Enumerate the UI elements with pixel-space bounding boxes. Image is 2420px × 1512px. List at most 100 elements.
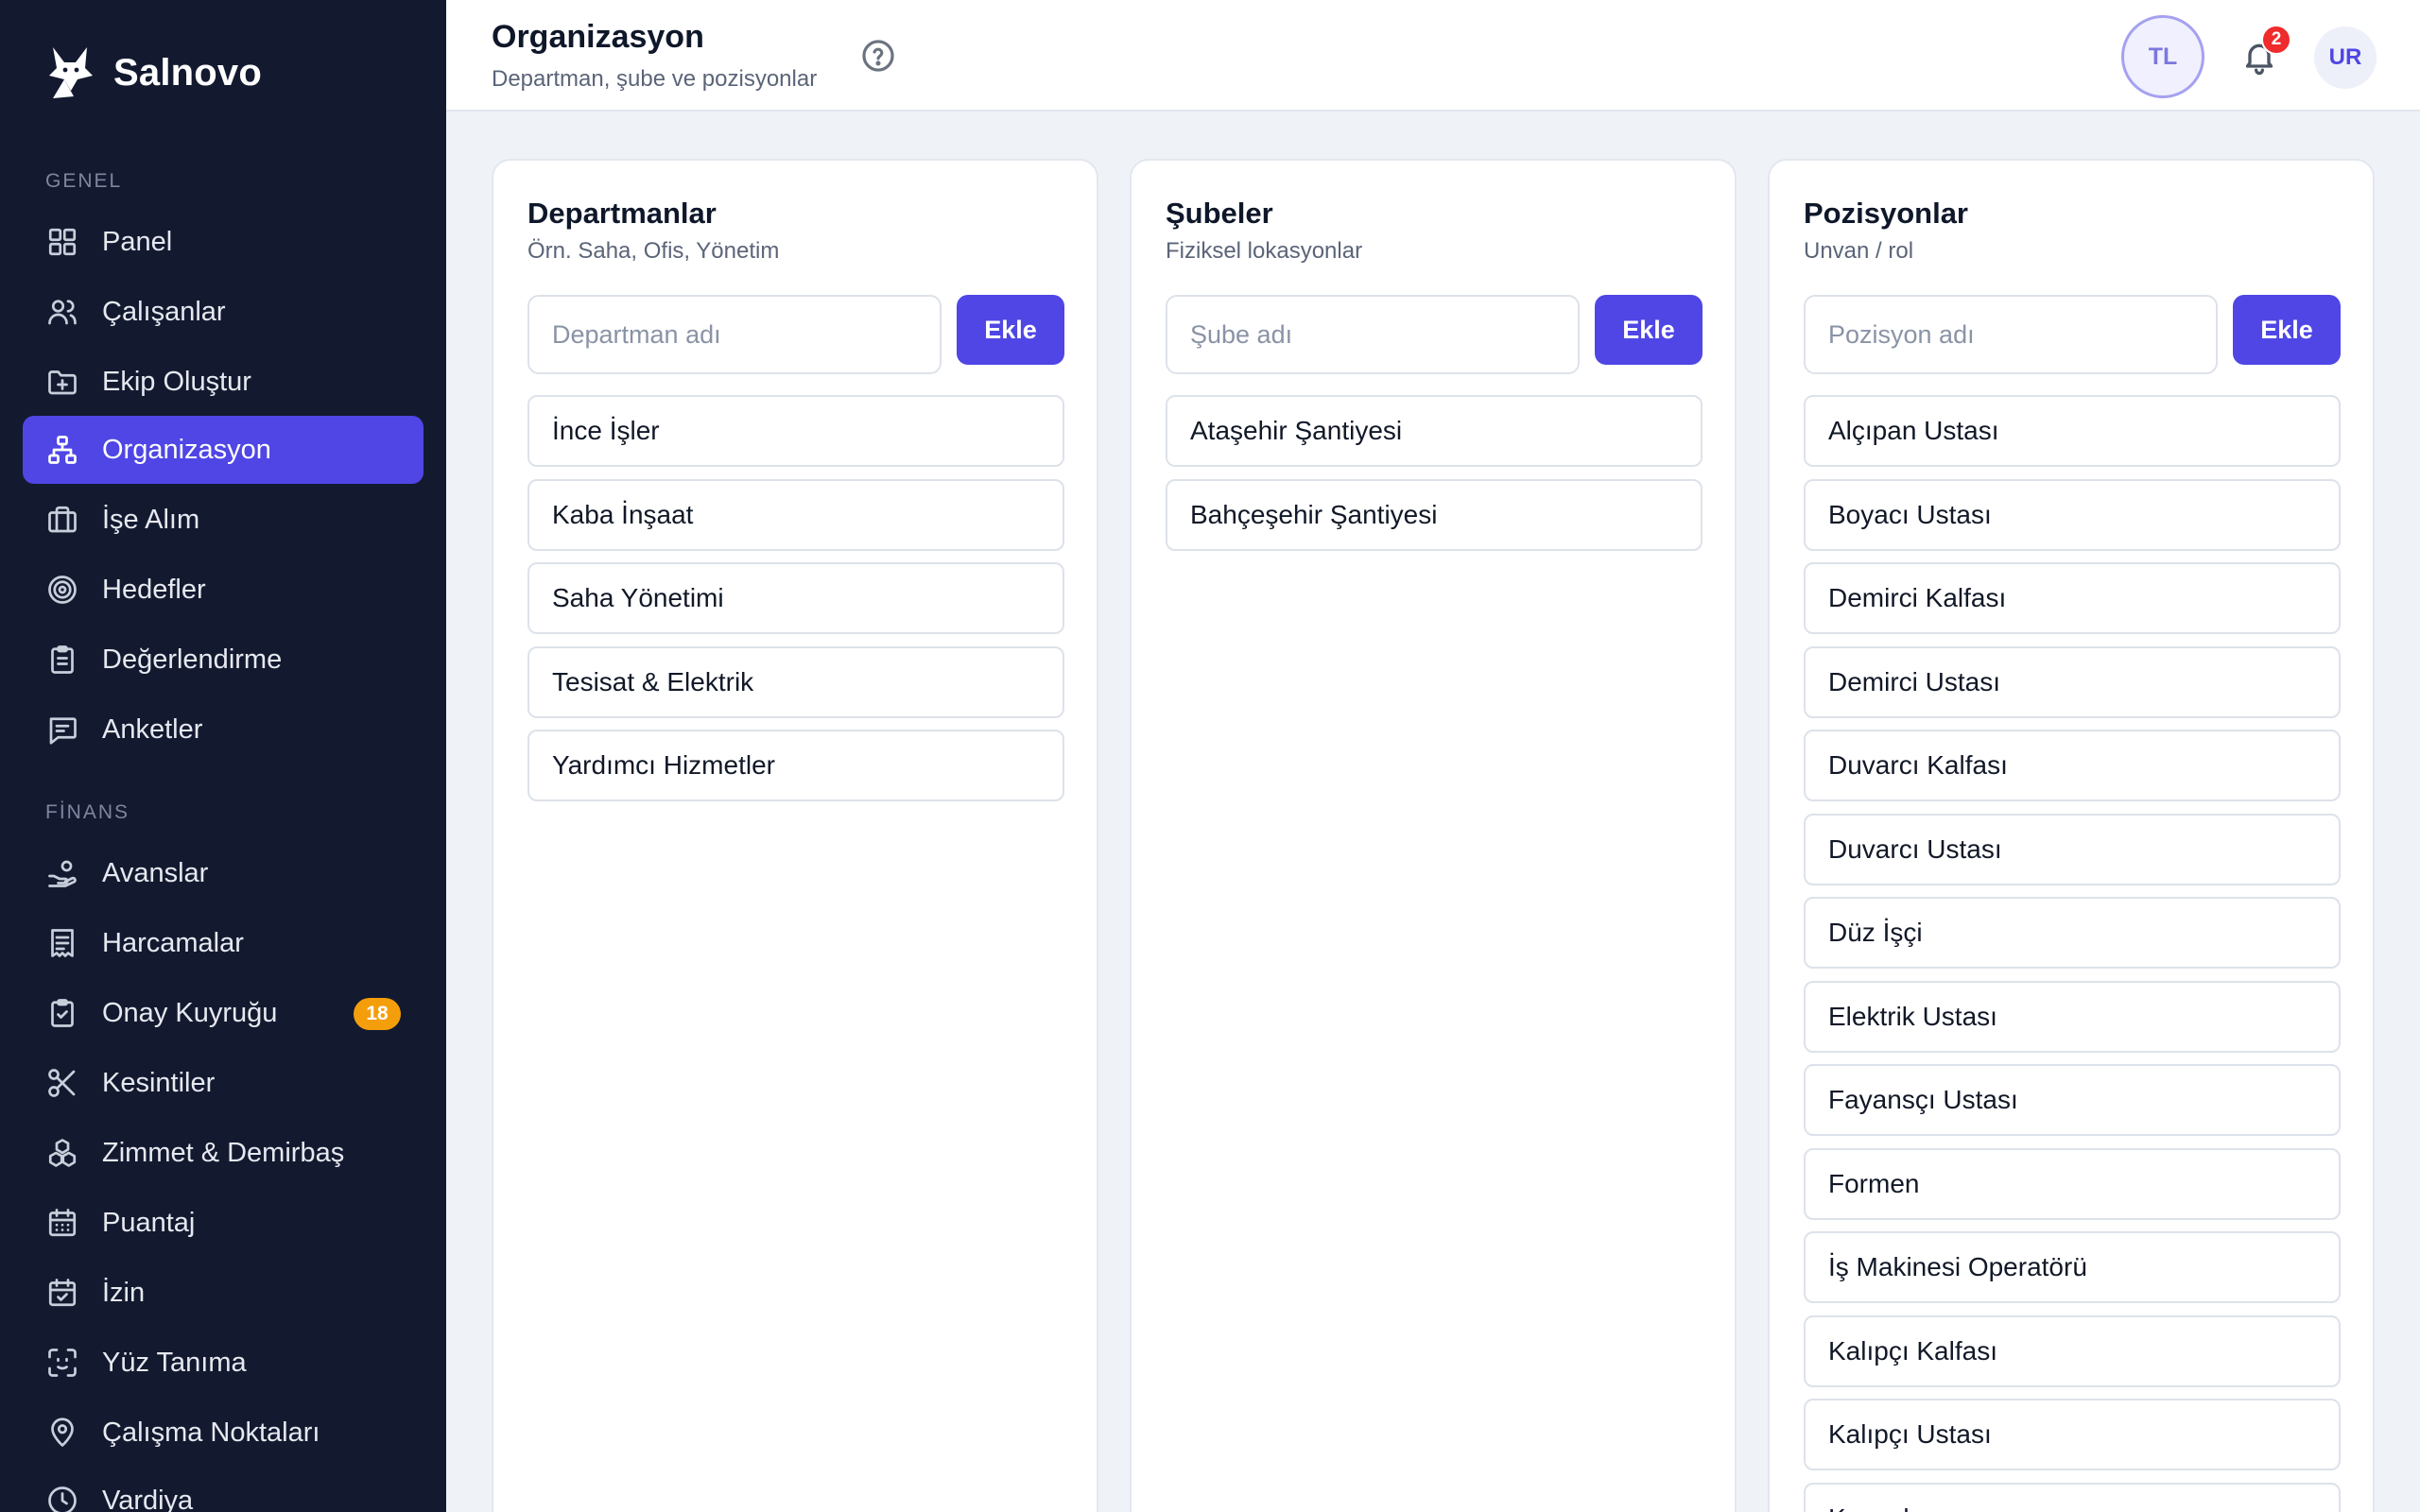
add-branch-button[interactable]: Ekle xyxy=(1595,295,1703,365)
sidebar-item-ise-alim[interactable]: İşe Alım xyxy=(23,486,424,554)
folder-plus-icon xyxy=(45,365,79,399)
department-list-item[interactable]: Tesisat & Elektrik xyxy=(527,645,1064,718)
department-list-item[interactable]: Kaba İnşaat xyxy=(527,478,1064,551)
sidebar-item-zimmet-demirbas[interactable]: Zimmet & Demirbaş xyxy=(23,1119,424,1187)
receipt-icon xyxy=(45,926,79,960)
position-list-item[interactable]: Elektrik Ustası xyxy=(1804,980,2341,1053)
position-list-item[interactable]: Fayansçı Ustası xyxy=(1804,1064,2341,1136)
page-title: Organizasyon xyxy=(492,19,704,55)
sidebar-item-harcamalar[interactable]: Harcamalar xyxy=(23,909,424,977)
sidebar-item-label: Vardiya xyxy=(102,1485,194,1512)
department-list-item[interactable]: Yardımcı Hizmetler xyxy=(527,730,1064,801)
boxes-icon xyxy=(45,1136,79,1170)
sidebar-item-label: Hedefler xyxy=(102,574,206,605)
sidebar-item-label: İşe Alım xyxy=(102,504,200,535)
position-list-item[interactable]: Kalıpçı Ustası xyxy=(1804,1399,2341,1470)
positions-card: Pozisyonlar Unvan / rol Ekle Alçıpan Ust… xyxy=(1768,159,2375,1512)
help-circle-icon[interactable] xyxy=(860,38,896,74)
sidebar-item-avanslar[interactable]: Avanslar xyxy=(23,839,424,907)
sidebar-item-degerlendirme[interactable]: Değerlendirme xyxy=(23,626,424,694)
sidebar-item-label: Avanslar xyxy=(102,857,209,888)
card-subtitle: Unvan / rol xyxy=(1804,238,1914,264)
brand-name: Salnovo xyxy=(113,51,262,94)
face-scan-icon xyxy=(45,1346,79,1380)
sidebar-item-calisma-noktalari[interactable]: Çalışma Noktaları xyxy=(23,1399,424,1467)
position-list-item[interactable]: Alçıpan Ustası xyxy=(1804,395,2341,467)
position-list-item[interactable]: Demirci Ustası xyxy=(1804,645,2341,718)
card-subtitle: Örn. Saha, Ofis, Yönetim xyxy=(527,238,780,264)
sidebar-item-label: Kesintiler xyxy=(102,1067,216,1098)
target-icon xyxy=(45,573,79,607)
sidebar-item-label: Yüz Tanıma xyxy=(102,1347,247,1378)
position-list: Alçıpan Ustası Boyacı Ustası Demirci Kalfa… xyxy=(1804,395,2341,1512)
sidebar-item-panel[interactable]: Panel xyxy=(23,208,424,276)
clipboard-check-icon xyxy=(45,996,79,1030)
sidebar-item-kesintiler[interactable]: Kesintiler xyxy=(23,1049,424,1117)
sidebar-item-vardiya[interactable]: Vardiya xyxy=(23,1467,424,1512)
sidebar-item-label: Çalışma Noktaları xyxy=(102,1417,320,1448)
branch-list: Ataşehir Şantiyesi Bahçeşehir Şantiyesi xyxy=(1166,395,1703,562)
branches-card: Şubeler Fiziksel lokasyonlar Ekle Ataşeh… xyxy=(1130,159,1737,1512)
position-list-item[interactable]: Demirci Kalfası xyxy=(1804,562,2341,634)
clock-icon xyxy=(45,1484,79,1512)
sidebar-item-label: Harcamalar xyxy=(102,927,244,958)
clipboard-list-icon xyxy=(45,643,79,677)
position-name-input[interactable] xyxy=(1804,295,2218,374)
position-list-item[interactable]: Duvarcı Ustası xyxy=(1804,813,2341,885)
branch-list-item[interactable]: Ataşehir Şantiyesi xyxy=(1166,395,1703,467)
sidebar-item-organizasyon[interactable]: Organizasyon xyxy=(23,416,424,484)
sidebar-item-onay-kuyrugu[interactable]: Onay Kuyruğu 18 xyxy=(23,979,424,1047)
hand-coins-icon xyxy=(45,856,79,890)
account-avatar[interactable]: UR xyxy=(2314,26,2377,89)
department-name-input[interactable] xyxy=(527,295,942,374)
department-list: İnce İşler Kaba İnşaat Saha Yönetimi Tesisa… xyxy=(527,395,1064,814)
sidebar-item-label: Panel xyxy=(102,226,173,257)
sidebar-item-yuz-tanima[interactable]: Yüz Tanıma xyxy=(23,1329,424,1397)
top-header: Organizasyon Departman, şube ve pozisyon… xyxy=(446,0,2420,112)
map-pin-icon xyxy=(45,1416,79,1450)
position-list-item[interactable]: İş Makinesi Operatörü xyxy=(1804,1231,2341,1303)
sidebar-item-label: Ekip Oluştur xyxy=(102,366,251,397)
user-avatar-button[interactable]: TL xyxy=(2121,15,2204,98)
briefcase-icon xyxy=(45,503,79,537)
sidebar-item-label: Puantaj xyxy=(102,1207,196,1238)
department-list-item[interactable]: Saha Yönetimi xyxy=(527,562,1064,634)
sidebar-item-label: Değerlendirme xyxy=(102,644,283,675)
sidebar-item-izin[interactable]: İzin xyxy=(23,1259,424,1327)
branch-list-item[interactable]: Bahçeşehir Şantiyesi xyxy=(1166,478,1703,551)
position-list-item[interactable]: Düz İşçi xyxy=(1804,897,2341,969)
department-list-item[interactable]: İnce İşler xyxy=(527,395,1064,467)
add-department-button[interactable]: Ekle xyxy=(957,295,1064,365)
brand[interactable]: Salnovo xyxy=(45,42,262,104)
sidebar: Salnovo GENEL Panel Çalışanlar Ekip Oluş… xyxy=(0,0,446,1512)
sidebar-item-hedefler[interactable]: Hedefler xyxy=(23,556,424,624)
sidebar-item-label: İzin xyxy=(102,1277,146,1308)
position-list-item[interactable]: Boyacı Ustası xyxy=(1804,478,2341,551)
position-list-item[interactable]: Kaynakçı xyxy=(1804,1482,2341,1512)
position-list-item[interactable]: Duvarcı Kalfası xyxy=(1804,730,2341,801)
card-subtitle: Fiziksel lokasyonlar xyxy=(1166,238,1363,264)
departments-card: Departmanlar Örn. Saha, Ofis, Yönetim Ek… xyxy=(492,159,1098,1512)
sidebar-item-calisanlar[interactable]: Çalışanlar xyxy=(23,278,424,346)
section-label-genel: GENEL xyxy=(45,170,123,192)
card-title: Departmanlar xyxy=(527,197,717,230)
sidebar-item-anketler[interactable]: Anketler xyxy=(23,696,424,764)
org-chart-icon xyxy=(45,433,79,467)
message-square-icon xyxy=(45,713,79,747)
add-position-button[interactable]: Ekle xyxy=(2233,295,2341,365)
scissors-icon xyxy=(45,1066,79,1100)
sidebar-item-label: Anketler xyxy=(102,713,203,745)
sidebar-item-ekip-olustur[interactable]: Ekip Oluştur xyxy=(23,348,424,416)
sidebar-item-puantaj[interactable]: Puantaj xyxy=(23,1189,424,1257)
position-list-item[interactable]: Kalıpçı Kalfası xyxy=(1804,1314,2341,1387)
page-subtitle: Departman, şube ve pozisyonlar xyxy=(492,66,818,92)
sidebar-item-label: Çalışanlar xyxy=(102,296,226,327)
grid-icon xyxy=(45,225,79,259)
position-list-item[interactable]: Formen xyxy=(1804,1147,2341,1220)
branch-name-input[interactable] xyxy=(1166,295,1580,374)
calendar-grid-icon xyxy=(45,1206,79,1240)
notification-count-badge: 2 xyxy=(2261,25,2291,55)
card-title: Şubeler xyxy=(1166,197,1273,230)
fox-logo-icon xyxy=(49,47,93,98)
users-icon xyxy=(45,295,79,329)
